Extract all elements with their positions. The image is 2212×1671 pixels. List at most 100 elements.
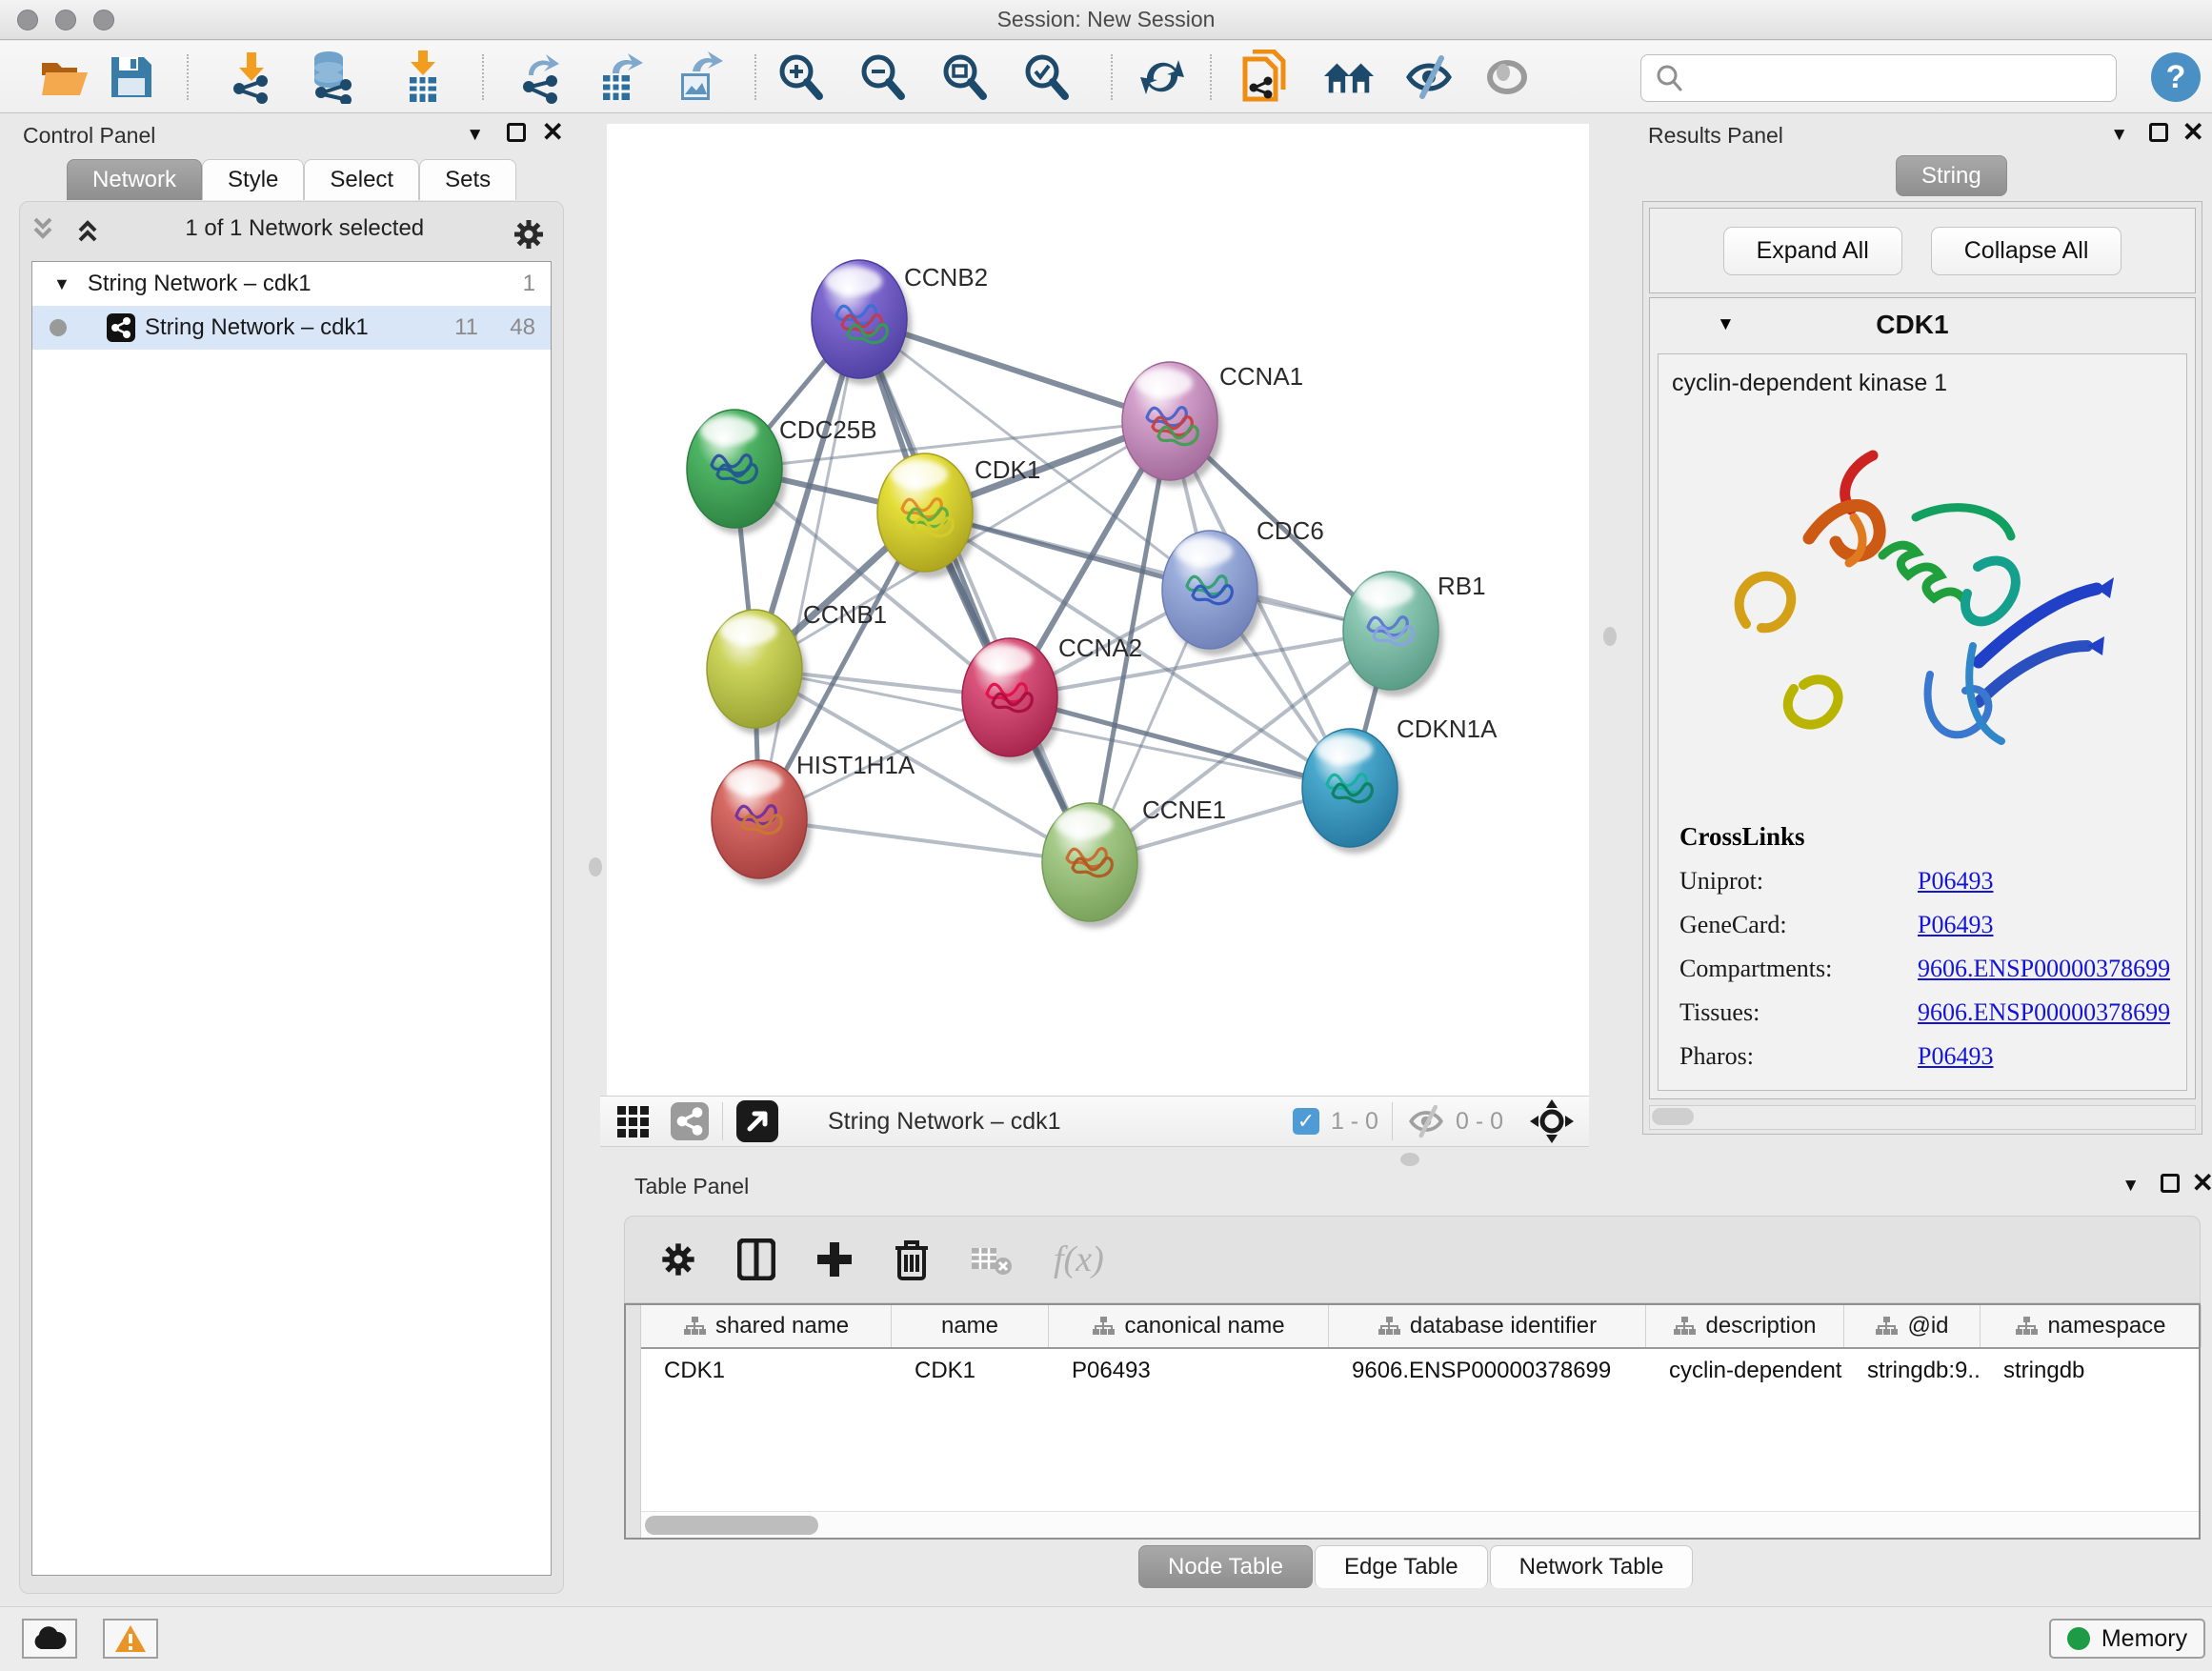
table-horizontal-scrollbar[interactable] (641, 1511, 2199, 1538)
results-horizontal-scrollbar[interactable] (1649, 1105, 2196, 1130)
import-table-file-button[interactable] (396, 50, 450, 104)
network-node-ccna2[interactable] (962, 638, 1062, 763)
show-glass-effect-button[interactable] (1480, 50, 1534, 104)
close-panel-icon[interactable]: ✕ (2192, 1174, 2212, 1193)
crosslink-link[interactable]: P06493 (1918, 867, 1993, 896)
delete-column-trash-icon[interactable] (894, 1238, 930, 1280)
panel-menu-icon[interactable]: ▼ (466, 125, 484, 146)
network-node-ccna1[interactable] (1122, 362, 1222, 487)
zoom-out-button[interactable] (855, 50, 909, 104)
tab-string[interactable]: String (1896, 155, 2007, 196)
network-node-cdk1[interactable] (877, 453, 977, 578)
table-cell[interactable]: cyclin-dependent ... (1646, 1349, 1844, 1393)
import-network-database-button[interactable] (305, 50, 358, 104)
delete-table-icon[interactable] (970, 1242, 1014, 1277)
export-table-button[interactable] (594, 50, 648, 104)
crosslink-link[interactable]: P06493 (1918, 1042, 1993, 1071)
network-collection-row[interactable]: ▼ String Network – cdk1 1 (32, 262, 551, 306)
crosslink-link[interactable]: P06493 (1918, 911, 1993, 939)
tab-style[interactable]: Style (202, 159, 304, 200)
network-node-ccne1[interactable] (1042, 803, 1142, 928)
show-columns-icon[interactable] (737, 1238, 775, 1280)
table-cell[interactable]: 9606.ENSP00000378699 (1329, 1349, 1646, 1393)
selected-checkbox-icon[interactable]: ✓ (1293, 1108, 1319, 1135)
table-cell[interactable]: CDK1 (892, 1349, 1049, 1393)
column-header--id[interactable]: @id (1844, 1305, 1981, 1347)
hide-glass-effect-button[interactable] (1402, 50, 1456, 104)
function-builder-icon[interactable]: f(x) (1054, 1238, 1104, 1280)
table-cell[interactable]: stringdb:9... (1844, 1349, 1981, 1393)
export-image-button[interactable] (673, 50, 726, 104)
expand-all-button[interactable]: Expand All (1723, 227, 1902, 275)
birds-eye-view-icon[interactable] (736, 1100, 778, 1142)
column-header-shared-name[interactable]: shared name (641, 1305, 892, 1347)
network-node-cdc6[interactable] (1162, 531, 1262, 655)
horizontal-splitter-handle[interactable] (1400, 1153, 1419, 1166)
table-options-gear-icon[interactable] (659, 1240, 697, 1278)
tab-sets[interactable]: Sets (419, 159, 516, 200)
export-network-button[interactable] (514, 50, 568, 104)
column-header-namespace[interactable]: namespace (1981, 1305, 2202, 1347)
crosshair-icon[interactable] (1530, 1099, 1574, 1143)
save-session-button[interactable] (105, 50, 158, 104)
warning-status-button[interactable] (103, 1619, 158, 1659)
crosslink-link[interactable]: 9606.ENSP00000378699 (1918, 998, 2170, 1027)
protein-collapse-icon[interactable]: ▼ (1717, 314, 1735, 335)
table-cell[interactable]: CDK1 (641, 1349, 892, 1393)
zoom-fit-button[interactable] (937, 50, 991, 104)
vertical-splitter-handle[interactable] (589, 857, 602, 876)
network-edge[interactable] (859, 319, 1090, 862)
network-row[interactable]: String Network – cdk1 11 48 (32, 306, 551, 350)
network-edge[interactable] (759, 319, 859, 819)
network-node-ccnb1[interactable] (707, 610, 807, 735)
panel-menu-icon[interactable]: ▼ (2110, 125, 2128, 146)
float-panel-icon[interactable] (2161, 1174, 2180, 1198)
node-table[interactable]: shared namenamecanonical namedatabase id… (624, 1303, 2201, 1540)
open-session-button[interactable] (38, 50, 91, 104)
network-node-cdkn1a[interactable] (1302, 729, 1402, 854)
table-cell[interactable]: P06493 (1049, 1349, 1329, 1393)
column-header-name[interactable]: name (892, 1305, 1049, 1347)
float-panel-icon[interactable] (2149, 123, 2168, 148)
zoom-selected-button[interactable] (1019, 50, 1073, 104)
import-network-file-button[interactable] (225, 50, 278, 104)
search-input[interactable] (1689, 65, 2116, 91)
column-header-database-identifier[interactable]: database identifier (1329, 1305, 1646, 1347)
string-home-button[interactable] (1322, 50, 1376, 104)
close-panel-icon[interactable]: ✕ (542, 123, 564, 142)
tab-edge-table[interactable]: Edge Table (1315, 1545, 1488, 1588)
gear-icon[interactable] (512, 217, 546, 252)
create-column-plus-icon[interactable] (815, 1240, 854, 1278)
column-header-canonical-name[interactable]: canonical name (1049, 1305, 1329, 1347)
cloud-status-button[interactable] (22, 1619, 77, 1659)
table-cell[interactable]: stringdb (1981, 1349, 2202, 1393)
panel-menu-icon[interactable]: ▼ (2122, 1176, 2140, 1197)
table-row[interactable]: CDK1CDK1P064939606.ENSP00000378699cyclin… (641, 1349, 2199, 1393)
network-view-canvas[interactable]: CCNB2CCNA1CDC25BCDK1CDC6RB1CCNB1CCNA2CDK… (607, 124, 1589, 1096)
tab-select[interactable]: Select (304, 159, 419, 200)
tab-node-table[interactable]: Node Table (1138, 1545, 1313, 1588)
apply-layout-button[interactable] (1136, 50, 1189, 104)
collection-collapse-icon[interactable]: ▼ (53, 274, 70, 294)
detach-view-icon[interactable] (671, 1102, 709, 1140)
expand-all-icon[interactable] (74, 215, 105, 244)
collapse-all-icon[interactable] (30, 215, 60, 244)
help-button[interactable]: ? (2151, 52, 2201, 102)
collapse-all-button[interactable]: Collapse All (1931, 227, 2122, 275)
zoom-in-button[interactable] (774, 50, 827, 104)
string-import-button[interactable] (1237, 50, 1290, 104)
column-header-description[interactable]: description (1646, 1305, 1844, 1347)
hidden-eye-slash-icon[interactable] (1406, 1104, 1446, 1138)
grid-mode-icon[interactable] (615, 1102, 654, 1140)
network-node-ccnb2[interactable] (812, 260, 912, 385)
vertical-splitter-handle[interactable] (1603, 627, 1617, 646)
network-node-cdc25b[interactable] (687, 410, 787, 534)
network-node-rb1[interactable] (1343, 572, 1443, 696)
close-panel-icon[interactable]: ✕ (2182, 123, 2204, 142)
crosslink-link[interactable]: 9606.ENSP00000378699 (1918, 955, 2170, 983)
search-field[interactable] (1640, 54, 2117, 102)
tab-network[interactable]: Network (67, 159, 202, 200)
tab-network-table[interactable]: Network Table (1490, 1545, 1694, 1588)
memory-button[interactable]: Memory (2049, 1619, 2205, 1659)
string-network-graph[interactable]: CCNB2CCNA1CDC25BCDK1CDC6RB1CCNB1CCNA2CDK… (607, 124, 1589, 1096)
